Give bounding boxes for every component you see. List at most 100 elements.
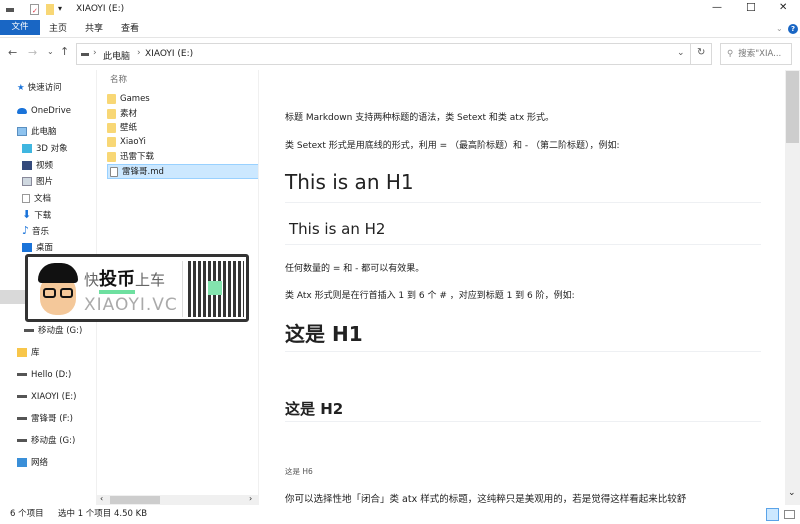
scrollbar-thumb[interactable]	[786, 71, 799, 143]
up-button[interactable]: ↑	[60, 45, 69, 58]
promo-banner: 快投币上车 XIAOYI.VC	[25, 254, 249, 322]
folder-icon	[107, 93, 116, 104]
nav-network[interactable]: 网络	[17, 455, 48, 471]
drive-icon	[24, 329, 34, 332]
folder-icon	[107, 151, 116, 162]
nav-drive-d[interactable]: Hello (D:)	[17, 367, 71, 383]
search-placeholder: 搜索"XIA...	[738, 49, 782, 59]
forward-button[interactable]: →	[28, 46, 37, 59]
scroll-right-icon[interactable]: ›	[249, 494, 252, 503]
divider	[182, 261, 183, 317]
address-dropdown-icon[interactable]: ⌄	[677, 48, 685, 58]
preview-paragraph: 类 Atx 形式则是在行首插入 1 到 6 个 # ，对应到标题 1 到 6 阶…	[285, 291, 575, 301]
back-button[interactable]: ←	[8, 46, 17, 59]
selected-size: 4.50 KB	[114, 509, 148, 519]
preview-h6: 这是 H6	[285, 467, 313, 476]
nav-libraries[interactable]: 库	[17, 345, 40, 361]
banner-site: XIAOYI.VC	[84, 295, 178, 315]
nav-downloads[interactable]: ⬇ 下载	[22, 207, 51, 223]
drive-icon	[6, 8, 14, 12]
folder-icon	[107, 136, 116, 147]
scroll-left-icon[interactable]: ‹	[100, 494, 103, 503]
new-folder-icon[interactable]	[46, 4, 54, 15]
nav-drive-f[interactable]: 雷锋哥 (F:)	[17, 411, 73, 427]
file-item[interactable]: 素材	[107, 107, 137, 122]
address-bar[interactable]: › 此电脑 › XIAOYI (E:) ⌄ ↻	[76, 43, 712, 65]
tab-share[interactable]: 共享	[82, 20, 106, 38]
music-icon: ♪	[22, 224, 30, 237]
nav-videos[interactable]: 视频	[22, 158, 53, 174]
heading-rule	[285, 244, 761, 245]
nav-drive-g[interactable]: 移动盘 (G:)	[17, 433, 75, 449]
search-icon: ⚲	[727, 49, 734, 59]
nav-pictures[interactable]: 图片	[22, 174, 53, 190]
vertical-scrollbar[interactable]: ⌄	[785, 70, 800, 505]
picture-icon	[22, 177, 32, 186]
file-item[interactable]: XiaoYi	[107, 135, 146, 150]
title-bar: ✓ ▾ XIAOYI (E:) — ☐ ✕	[0, 0, 800, 20]
minimize-button[interactable]: —	[712, 2, 722, 13]
breadcrumb-drive[interactable]: XIAOYI (E:)	[145, 49, 193, 59]
nav-removable-g[interactable]: 移动盘 (G:)	[24, 323, 82, 339]
maximize-button[interactable]: ☐	[746, 1, 756, 14]
close-button[interactable]: ✕	[779, 2, 787, 13]
preview-paragraph: 类 Setext 形式是用底线的形式，利用 = （最高阶标题）和 - （第二阶标…	[285, 141, 620, 151]
computer-icon	[17, 127, 27, 136]
recent-locations-icon[interactable]: ⌄	[47, 47, 54, 56]
nav-3d-objects[interactable]: 3D 对象	[22, 141, 68, 157]
star-icon: ★	[17, 83, 25, 93]
details-view-button[interactable]	[766, 508, 779, 521]
nav-music[interactable]: ♪ 音乐	[22, 223, 49, 239]
refresh-button[interactable]: ↻	[697, 47, 705, 58]
status-bar: 6 个项目 选中 1 个项目 4.50 KB	[0, 505, 800, 524]
nav-onedrive[interactable]: OneDrive	[17, 103, 71, 119]
download-icon: ⬇	[22, 208, 32, 221]
search-input[interactable]: ⚲ 搜索"XIA...	[720, 43, 792, 65]
large-icons-view-button[interactable]	[784, 510, 795, 519]
video-icon	[22, 161, 32, 170]
tab-view[interactable]: 查看	[118, 20, 142, 38]
cartoon-avatar	[34, 261, 82, 317]
hair	[38, 263, 78, 283]
document-icon	[22, 194, 30, 203]
desktop-icon	[22, 243, 32, 252]
file-item-selected[interactable]: 雷锋哥.md	[107, 164, 259, 179]
horizontal-scrollbar[interactable]: ‹ ›	[97, 494, 259, 505]
heading-rule	[285, 202, 761, 203]
folder-icon	[107, 108, 116, 119]
nav-drive-e[interactable]: XIAOYI (E:)	[17, 389, 77, 405]
nav-quick-access[interactable]: ★ 快速访问	[17, 80, 62, 96]
cloud-icon	[17, 107, 27, 114]
file-item[interactable]: 迅雷下载	[107, 150, 154, 165]
window-title: XIAOYI (E:)	[76, 4, 125, 14]
drive-icon	[81, 53, 89, 56]
network-icon	[17, 458, 27, 467]
preview-paragraph: 你可以选择性地「闭合」类 atx 样式的标题，这纯粹只是美观用的，若是觉得这样看…	[285, 494, 687, 505]
wechat-logo	[208, 281, 222, 295]
banner-slogan: 快投币上车	[84, 265, 165, 294]
tab-home[interactable]: 主页	[46, 20, 70, 38]
library-icon	[17, 348, 27, 357]
preview-paragraph: 任何数量的 = 和 - 都可以有效果。	[285, 264, 425, 274]
text-file-icon	[110, 166, 118, 177]
expand-ribbon-icon[interactable]: ⌄	[776, 24, 783, 33]
heading-rule	[285, 351, 761, 352]
file-item[interactable]: Games	[107, 92, 150, 107]
scrollbar-thumb[interactable]	[110, 496, 160, 504]
scroll-down-icon[interactable]: ⌄	[788, 488, 796, 498]
selected-count: 选中 1 个项目	[58, 509, 112, 519]
breadcrumb-this-pc[interactable]: 此电脑	[103, 49, 130, 62]
nav-this-pc[interactable]: 此电脑	[17, 124, 57, 140]
help-icon[interactable]: ?	[788, 24, 798, 34]
heading-rule	[285, 421, 761, 422]
item-count: 6 个项目	[10, 509, 44, 519]
preview-h1: This is an H1	[285, 170, 414, 194]
ribbon-tabs: 文件 主页 共享 查看 ⌄ ?	[0, 20, 800, 38]
file-item[interactable]: 壁纸	[107, 121, 137, 136]
properties-icon[interactable]: ✓	[30, 4, 39, 15]
preview-pane: 标题 Markdown 支持两种标题的语法，类 Setext 和类 atx 形式…	[258, 70, 785, 505]
quick-access-dropdown-icon[interactable]: ▾	[58, 4, 62, 13]
nav-documents[interactable]: 文档	[22, 191, 51, 207]
tab-file[interactable]: 文件	[0, 20, 40, 35]
column-header-name[interactable]: 名称	[110, 73, 127, 85]
